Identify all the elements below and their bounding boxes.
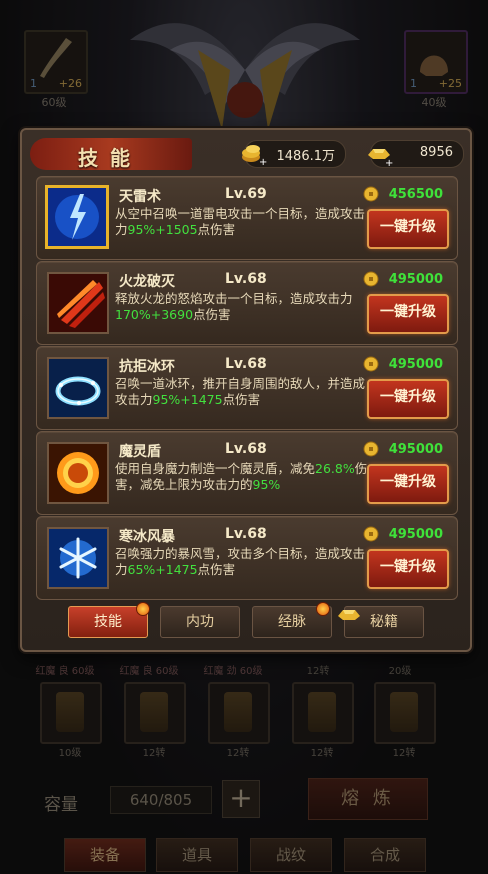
skill-level: Lv.68 <box>225 526 267 542</box>
skills-panel: 技能 + 1486.1万 + 8956 天雷术 Lv.69 从空中召唤一道雷电攻… <box>20 128 472 652</box>
magic-shield-icon <box>49 444 107 502</box>
panel-header: 技能 + 1486.1万 + 8956 <box>22 130 470 174</box>
svg-text:+: + <box>385 158 393 167</box>
gold-ingot-icon: + <box>368 149 393 167</box>
upgrade-button[interactable]: 一键升级 <box>367 294 449 334</box>
skill-icon-frame[interactable] <box>47 527 109 589</box>
gold-coin-icon <box>363 356 379 372</box>
skill-level: Lv.68 <box>225 271 267 287</box>
skill-icon-frame[interactable] <box>47 272 109 334</box>
gold-coin-icon <box>363 186 379 202</box>
skill-cost-amount: 456500 <box>388 187 443 202</box>
svg-text:+: + <box>259 157 267 167</box>
skill-description: 召唤强力的暴风雪，攻击多个目标，造成攻击力65%+1475点伤害 <box>115 546 366 577</box>
lightning-icon <box>48 188 106 246</box>
skill-cost: 456500 <box>363 186 443 204</box>
upgrade-button[interactable]: 一键升级 <box>367 464 449 504</box>
skill-card-5: 寒冰风暴 Lv.68 召唤强力的暴风雪，攻击多个目标，造成攻击力65%+1475… <box>36 516 458 600</box>
ice-ring-icon <box>49 359 107 417</box>
ingot-amount: 8956 <box>419 145 453 160</box>
skill-cost: 495000 <box>363 441 443 459</box>
skill-cost-amount: 495000 <box>388 527 443 542</box>
fire-dragon-icon <box>49 274 107 332</box>
notification-dot-icon <box>316 602 330 616</box>
upgrade-button[interactable]: 一键升级 <box>367 209 449 249</box>
gold-amount: 1486.1万 <box>276 149 336 164</box>
gold-ingot-icon <box>338 610 360 620</box>
gold-coin-icon <box>363 271 379 287</box>
skill-icon-frame[interactable] <box>45 185 109 249</box>
panel-title: 技能 <box>78 146 142 170</box>
skill-description: 使用自身魔力制造一个魔灵盾，减免26.8%伤害，减免上限为攻击力的95% <box>115 461 368 492</box>
skill-name: 魔灵盾 <box>119 444 161 460</box>
gold-coin-icon <box>363 441 379 457</box>
panel-tab-bar: 技能 内功 经脉 秘籍 <box>22 602 470 642</box>
gold-currency[interactable]: + 1486.1万 <box>242 140 346 168</box>
gold-coin-stack-icon: + <box>242 145 267 167</box>
upgrade-button[interactable]: 一键升级 <box>367 379 449 419</box>
skill-cost: 495000 <box>363 356 443 374</box>
skill-description: 释放火龙的怒焰攻击一个目标，造成攻击力170%+3690点伤害 <box>115 291 353 322</box>
skill-name: 天雷术 <box>119 189 161 205</box>
skill-card-3: 抗拒冰环 Lv.68 召唤一道冰环，推开自身周围的敌人，并造成攻击力95%+14… <box>36 346 458 430</box>
skill-name: 抗拒冰环 <box>119 359 175 375</box>
tab-inner-power[interactable]: 内功 <box>160 606 240 638</box>
gold-coin-icon <box>363 526 379 542</box>
ingot-currency[interactable]: + 8956 <box>368 140 464 168</box>
skill-description: 召唤一道冰环，推开自身周围的敌人，并造成攻击力95%+1475点伤害 <box>115 376 366 407</box>
skill-cost: 495000 <box>363 526 443 544</box>
skill-level: Lv.69 <box>225 186 267 202</box>
skill-level: Lv.68 <box>225 441 267 457</box>
upgrade-button[interactable]: 一键升级 <box>367 549 449 589</box>
skill-description: 从空中召唤一道雷电攻击一个目标，造成攻击力95%+1505点伤害 <box>115 206 366 237</box>
skill-icon-frame[interactable] <box>47 357 109 419</box>
skill-card-1: 天雷术 Lv.69 从空中召唤一道雷电攻击一个目标，造成攻击力95%+1505点… <box>36 176 458 260</box>
skill-name: 寒冰风暴 <box>119 529 175 545</box>
notification-dot-icon <box>136 602 150 616</box>
skill-name: 火龙破灭 <box>119 274 175 290</box>
skill-cost: 495000 <box>363 271 443 289</box>
skill-level: Lv.68 <box>225 356 267 372</box>
skill-cost-amount: 495000 <box>388 357 443 372</box>
skill-card-4: 魔灵盾 Lv.68 使用自身魔力制造一个魔灵盾，减免26.8%伤害，减免上限为攻… <box>36 431 458 515</box>
skill-cost-amount: 495000 <box>388 272 443 287</box>
skill-card-2: 火龙破灭 Lv.68 释放火龙的怒焰攻击一个目标，造成攻击力170%+3690点… <box>36 261 458 345</box>
skill-icon-frame[interactable] <box>47 442 109 504</box>
ice-storm-icon <box>49 529 107 587</box>
skill-cost-amount: 495000 <box>388 442 443 457</box>
